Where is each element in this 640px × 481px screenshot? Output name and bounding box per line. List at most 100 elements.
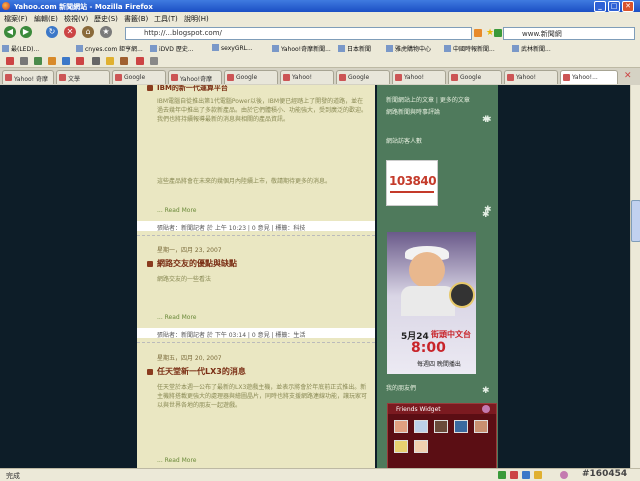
divider — [137, 235, 375, 236]
bookmark-icon — [338, 45, 345, 52]
main-column: IBM的新一代運算平台 IBM電腦自從推出第1代電腦Power以後，IBM便已經… — [137, 85, 375, 468]
widget-star-icon[interactable]: ✱ — [482, 210, 490, 220]
addon-icon[interactable] — [20, 57, 28, 65]
section-label: 我的朋友們 — [386, 385, 417, 392]
go-icon[interactable] — [494, 29, 502, 37]
status-icon[interactable] — [522, 471, 530, 479]
widget-star-icon[interactable]: ✱ — [482, 386, 490, 396]
rss-icon[interactable] — [474, 29, 482, 37]
widget-logo-icon[interactable] — [482, 405, 490, 413]
addon-icon[interactable] — [136, 57, 144, 65]
reload-icon[interactable]: ↻ — [46, 26, 58, 38]
avatar[interactable] — [394, 420, 408, 433]
address-bar[interactable]: http://...blogspot.com/ — [125, 27, 472, 40]
tab[interactable]: Yahoo! — [504, 70, 558, 84]
addon-icon[interactable] — [76, 57, 84, 65]
show-logo-icon — [449, 282, 475, 308]
avatar[interactable] — [394, 440, 408, 453]
home-icon[interactable]: ⌂ — [82, 26, 94, 38]
read-more-link[interactable]: ... Read More — [157, 314, 197, 321]
status-icon[interactable] — [498, 471, 506, 479]
right-margin — [498, 85, 630, 468]
star-icon[interactable]: ★ — [486, 28, 494, 38]
post-title[interactable]: IBM的新一代運算平台 — [157, 85, 228, 93]
tab-favicon — [59, 74, 66, 81]
post-title-icon — [147, 261, 153, 267]
bookmark-icon — [2, 45, 9, 52]
bookmark-item[interactable]: cnyes.com 鉅亨網... — [76, 44, 143, 53]
tab-favicon — [395, 74, 402, 81]
tab[interactable]: Yahoo! — [392, 70, 446, 84]
bookmark-item[interactable]: 武林新聞... — [512, 44, 551, 53]
person-body — [401, 286, 455, 316]
back-icon[interactable]: ◀ — [4, 26, 16, 38]
close-button[interactable]: ✕ — [622, 1, 634, 12]
minimize-button[interactable]: _ — [594, 1, 606, 12]
avatar[interactable] — [414, 420, 428, 433]
title-bar: Yahoo.com 新聞網站 - Mozilla Firefox _ □ ✕ — [0, 0, 640, 12]
tab[interactable]: Google — [112, 70, 166, 84]
promo-time: 8:00 — [411, 340, 446, 356]
promo-subtitle: 每週四 晚間播出 — [417, 361, 461, 368]
bookmark-page-icon[interactable]: ★ — [100, 26, 112, 38]
post-body: 任天堂於本週一公布了最新的LX3遊戲主機，並表示將會於年底前正式推出。新主機將搭… — [157, 384, 367, 409]
tab[interactable]: Google — [336, 70, 390, 84]
post-title[interactable]: 任天堂新一代LX3的消息 — [157, 366, 246, 377]
avatar[interactable] — [454, 420, 468, 433]
addon-icon[interactable] — [48, 57, 56, 65]
tab-favicon — [171, 74, 178, 81]
avatar[interactable] — [434, 420, 448, 433]
tab[interactable]: Yahoo!奇摩 — [168, 70, 222, 84]
status-icon[interactable] — [534, 471, 542, 479]
addon-icon[interactable] — [6, 57, 14, 65]
addon-icon[interactable] — [106, 57, 114, 65]
addon-icon[interactable] — [150, 57, 158, 65]
avatar[interactable] — [474, 420, 488, 433]
addon-icon[interactable] — [62, 57, 70, 65]
addon-icon[interactable] — [120, 57, 128, 65]
widget-star-icon[interactable]: ✱ — [482, 115, 490, 125]
friends-header: Friends Widget — [388, 404, 496, 414]
tab[interactable]: Google — [448, 70, 502, 84]
avatar[interactable] — [414, 440, 428, 453]
tab[interactable]: Yahoo! 奇摩 — [2, 70, 54, 84]
bookmark-item[interactable]: sexyGRL... — [212, 44, 253, 52]
tab-favicon — [115, 74, 122, 81]
read-more-link[interactable]: ... Read More — [157, 207, 197, 214]
read-more-link[interactable]: ... Read More — [157, 457, 197, 464]
bookmark-icon — [444, 45, 451, 52]
sidebar-link[interactable]: 網路新聞與時事評論 — [386, 107, 440, 116]
bookmark-item[interactable]: 最(LED)... — [2, 44, 39, 53]
bookmark-item[interactable]: 雅虎購物中心 — [386, 44, 431, 53]
bookmark-item[interactable]: iDVD 歷史... — [150, 44, 194, 53]
promo-banner[interactable]: 5月24 街頭中文台 8:00 每週四 晚間播出 — [387, 232, 476, 374]
maximize-button[interactable]: □ — [608, 1, 620, 12]
tab[interactable]: Yahoo! — [280, 70, 334, 84]
tab-favicon — [563, 74, 570, 81]
bookmark-item[interactable]: 中國時報新聞... — [444, 44, 495, 53]
vertical-scrollbar[interactable] — [630, 85, 640, 468]
tab-favicon — [451, 74, 458, 81]
addon-icon[interactable] — [34, 57, 42, 65]
post-title-icon — [147, 369, 153, 375]
sidebar-text: 新聞網站上的文章 | 更多的文章 — [386, 97, 470, 104]
tab-active[interactable]: Yahoo!... — [560, 70, 618, 84]
tab[interactable]: 文學 — [56, 70, 110, 84]
tab-favicon — [5, 74, 12, 81]
post-footer: 張貼者：新聞記者 於 上午 10:23 | 0 意見 | 標籤：科技 — [137, 221, 375, 232]
scrollbar-thumb[interactable] — [631, 200, 640, 242]
bookmark-item[interactable]: 日本新聞 — [338, 44, 371, 53]
bookmark-icon — [386, 45, 393, 52]
close-tab-icon[interactable]: ✕ — [624, 71, 632, 81]
status-icon[interactable] — [510, 471, 518, 479]
search-input[interactable]: www.新聞網 — [503, 27, 635, 40]
forward-icon[interactable]: ▶ — [20, 26, 32, 38]
post-body: 網路交友的一些看法 — [157, 276, 212, 283]
tab-favicon — [283, 74, 290, 81]
addon-icon[interactable] — [92, 57, 100, 65]
bookmark-item[interactable]: Yahoo!奇摩新聞... — [272, 44, 331, 53]
tab-favicon — [507, 74, 514, 81]
stop-icon[interactable]: ✕ — [64, 26, 76, 38]
post-title[interactable]: 網路交友的優點與缺點 — [157, 258, 237, 269]
tab[interactable]: Google — [224, 70, 278, 84]
